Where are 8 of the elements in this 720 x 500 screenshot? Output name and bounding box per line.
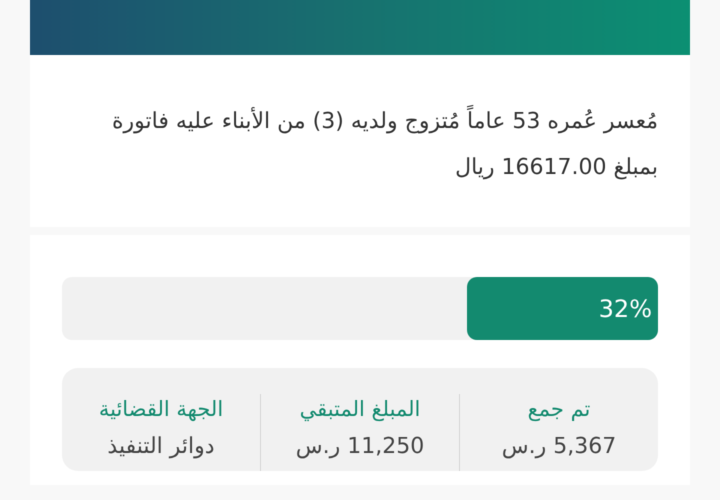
stat-value: 11,250 ر.س bbox=[294, 432, 426, 460]
stat-value: دوائر التنفيذ bbox=[106, 432, 216, 460]
case-description: مُعسر عُمره 53 عاماً مُتزوج ولديه (3) من الأبناء عليه فاتورة بمبلغ 16617.00 ريال bbox=[30, 55, 690, 227]
stat-label: الجهة القضائية bbox=[98, 396, 224, 424]
progress-fill: 32% bbox=[467, 277, 658, 340]
stat-value: 5,367 ر.س bbox=[500, 432, 618, 460]
stat-label: تم جمع bbox=[526, 396, 592, 424]
stat-label: المبلغ المتبقي bbox=[298, 396, 422, 424]
